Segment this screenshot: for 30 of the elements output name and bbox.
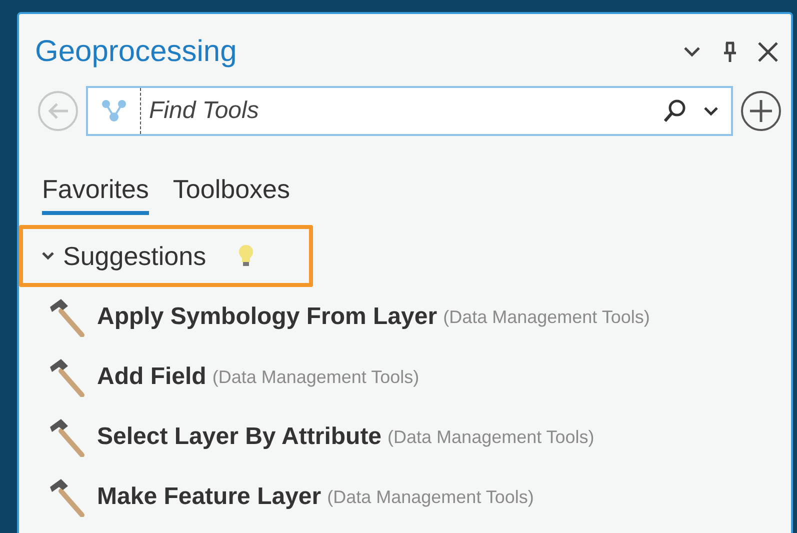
toolbox-name: (Data Management Tools) [212, 366, 420, 388]
panel-title: Geoprocessing [35, 35, 238, 69]
search-input[interactable]: Find Tools [141, 88, 663, 134]
group-label: Suggestions [63, 240, 206, 272]
hammer-icon [47, 357, 87, 397]
search-icon[interactable] [663, 99, 687, 123]
add-button[interactable] [741, 91, 781, 131]
tool-name[interactable]: Select Layer By Attribute [97, 423, 382, 451]
tab[interactable]: Toolboxes [172, 174, 290, 215]
dropdown-icon[interactable] [703, 106, 719, 116]
hammer-icon [47, 417, 87, 457]
search-bar[interactable]: Find Tools [86, 86, 733, 136]
tool-name[interactable]: Make Feature Layer [97, 483, 322, 511]
toolbox-name: (Data Management Tools) [388, 426, 594, 448]
chevron-down-icon [683, 46, 701, 58]
hammer-icon [47, 297, 87, 337]
tool-name[interactable]: Apply Symbology From Layer [97, 303, 438, 331]
suggestions-header[interactable]: Suggestions [19, 225, 313, 287]
tool-name[interactable]: Add Field [97, 363, 206, 391]
lightbulb-icon [238, 244, 254, 268]
tab[interactable]: Favorites [42, 174, 149, 215]
toolbox-name: (Data Management Tools) [327, 486, 534, 508]
toolbox-name: (Data Management Tools) [443, 306, 650, 328]
chevron-icon [41, 251, 55, 261]
close-icon [757, 41, 779, 63]
pin-icon [723, 41, 737, 63]
hammer-icon [47, 477, 87, 517]
plus-icon [748, 98, 774, 124]
nodes-icon [101, 99, 127, 123]
arrow-left-icon [46, 101, 70, 121]
